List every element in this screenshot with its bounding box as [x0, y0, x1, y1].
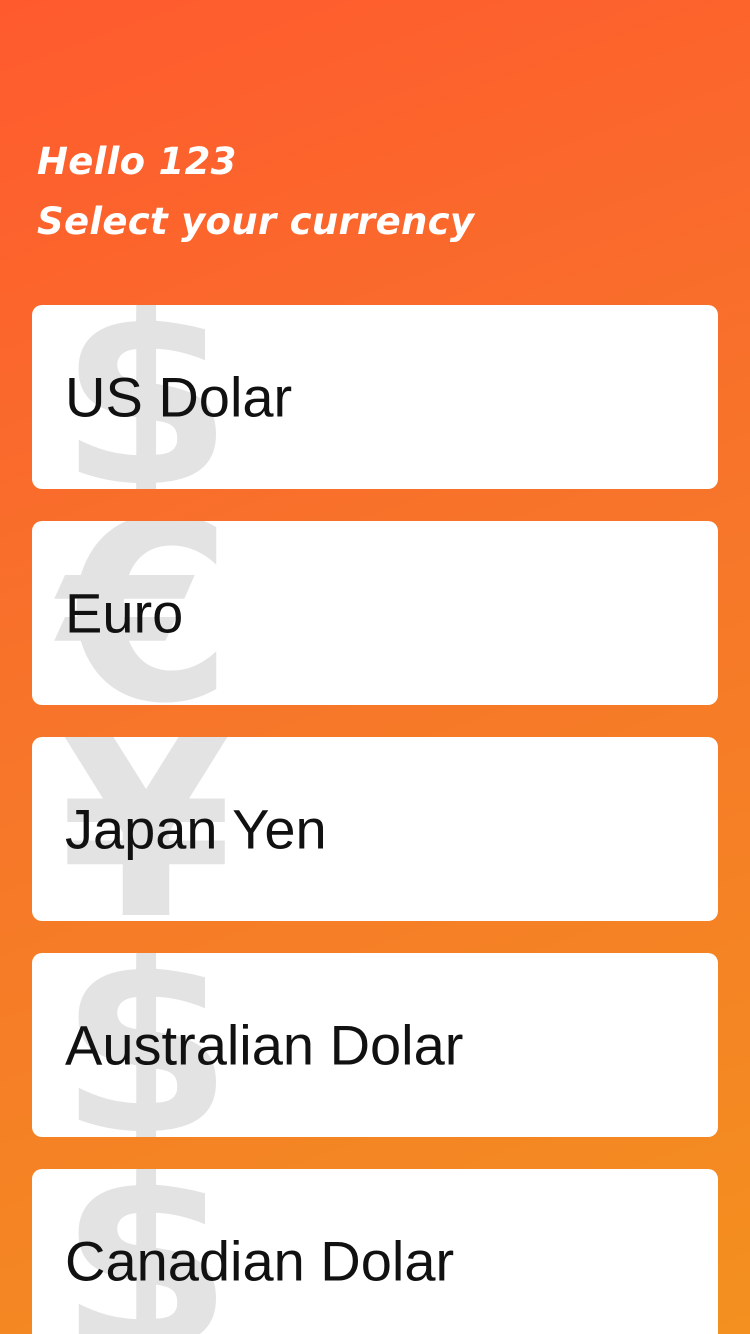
currency-list: $ US Dolar € Euro ¥ Japan Yen $ Australi…	[32, 305, 718, 1334]
currency-label: Australian Dolar	[65, 1013, 464, 1077]
currency-option-australian-dolar[interactable]: $ Australian Dolar	[32, 953, 718, 1137]
header: Hello 123 Select your currency	[37, 132, 474, 252]
currency-select-screen: Hello 123 Select your currency $ US Dola…	[0, 0, 750, 1334]
currency-option-euro[interactable]: € Euro	[32, 521, 718, 705]
currency-label: Euro	[65, 581, 184, 645]
currency-label: Japan Yen	[65, 797, 327, 861]
currency-option-japan-yen[interactable]: ¥ Japan Yen	[32, 737, 718, 921]
page-title: Select your currency	[37, 200, 475, 243]
currency-option-us-dolar[interactable]: $ US Dolar	[32, 305, 718, 489]
currency-option-canadian-dolar[interactable]: $ Canadian Dolar	[32, 1169, 718, 1334]
currency-label: Canadian Dolar	[65, 1229, 455, 1293]
greeting-text: Hello 123	[37, 140, 237, 183]
currency-label: US Dolar	[65, 365, 293, 429]
